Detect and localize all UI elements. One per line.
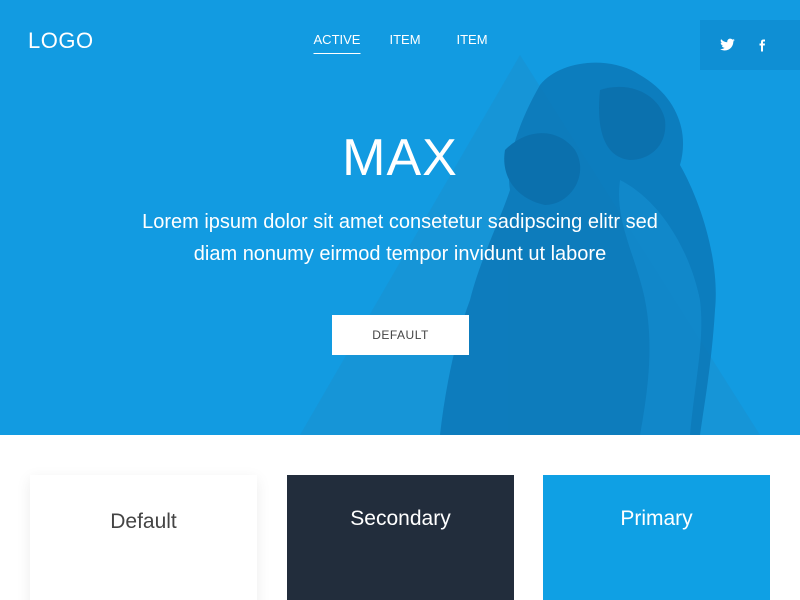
main-nav: ACTIVE ITEM ITEM (0, 32, 800, 56)
default-button[interactable]: DEFAULT (332, 315, 469, 355)
hero-lead: Lorem ipsum dolor sit amet consetetur sa… (140, 206, 660, 270)
card-title: Default (110, 510, 177, 533)
facebook-icon[interactable] (751, 35, 773, 55)
cards-section: Default Secondary Primary (0, 435, 800, 600)
card-default: Default (30, 475, 257, 600)
hero-title: MAX (342, 129, 458, 187)
hero-lead-line-1: Lorem ipsum dolor sit amet consetetur sa… (142, 211, 658, 233)
social-links (700, 20, 800, 70)
twitter-icon[interactable] (716, 35, 738, 55)
hero-section: LOGO ACTIVE ITEM ITEM MAX Lorem ipsum do… (0, 0, 800, 435)
nav-item-3[interactable]: ITEM (456, 32, 487, 53)
card-title: Primary (620, 507, 693, 530)
card-secondary: Secondary (287, 475, 514, 600)
hero-lead-line-2: diam nonumy eirmod tempor invidunt ut la… (193, 243, 607, 265)
card-title: Secondary (350, 507, 451, 530)
nav-item-active[interactable]: ACTIVE (313, 32, 361, 54)
card-primary: Primary (543, 475, 770, 600)
nav-item-2[interactable]: ITEM (389, 32, 420, 53)
